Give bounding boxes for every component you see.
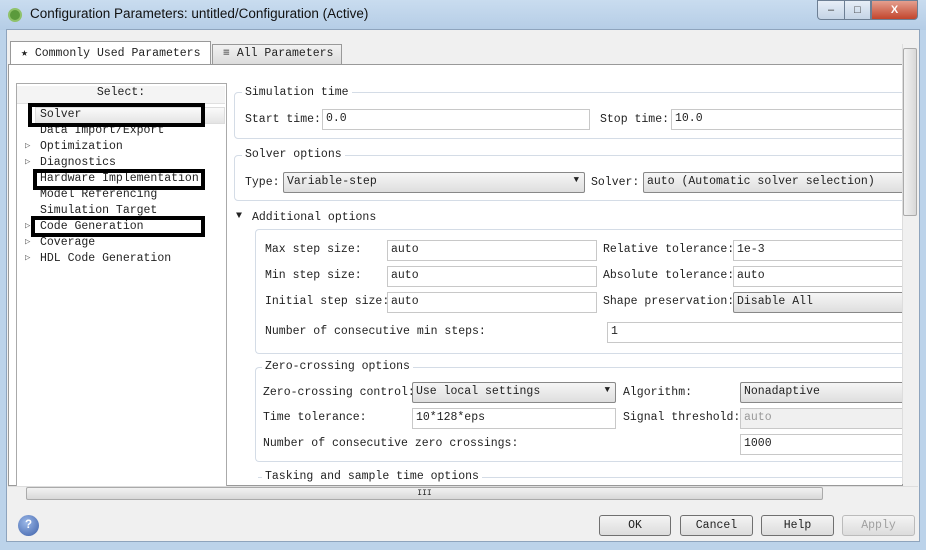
zc-consec-input[interactable]: 1000 [740, 434, 913, 455]
list-icon: ≡ [223, 47, 230, 60]
stop-time-label: Stop time: [600, 113, 670, 126]
collapse-triangle-icon[interactable]: ▼ [236, 211, 242, 222]
tab-commonly-used[interactable]: ★ Commonly Used Parameters [10, 41, 211, 65]
type-select[interactable]: Variable-step ▼ [283, 172, 585, 193]
maximize-button[interactable]: □ [844, 0, 871, 20]
stop-time-input[interactable]: 10.0 [671, 109, 911, 130]
help-button[interactable]: Help [761, 515, 834, 536]
highlight-box [33, 169, 205, 190]
type-value: Variable-step [287, 175, 377, 188]
rel-tol-input[interactable]: 1e-3 [733, 240, 913, 261]
vertical-scroll-thumb[interactable] [903, 48, 917, 216]
max-step-label: Max step size: [265, 243, 362, 256]
min-step-label: Min step size: [265, 269, 362, 282]
minimize-button[interactable]: – [817, 0, 845, 20]
tree-item-diagnostics[interactable]: Diagnostics [40, 156, 116, 169]
tree-header: Select: [17, 86, 225, 104]
rel-tol-label: Relative tolerance: [603, 243, 735, 256]
app-icon [8, 8, 22, 22]
init-step-input[interactable]: auto [387, 292, 597, 313]
group-title: Zero-crossing options [262, 360, 413, 373]
algorithm-select[interactable]: Nonadaptive [740, 382, 913, 403]
start-time-input[interactable]: 0.0 [322, 109, 590, 130]
group-title: Tasking and sample time options [262, 470, 482, 483]
min-steps-label: Number of consecutive min steps: [265, 325, 486, 338]
abs-tol-label: Absolute tolerance: [603, 269, 735, 282]
star-icon: ★ [21, 47, 28, 60]
group-title: Solver options [242, 148, 345, 161]
tab-all-parameters[interactable]: ≡ All Parameters [212, 44, 342, 64]
expand-icon[interactable]: ▷ [25, 237, 30, 247]
max-step-input[interactable]: auto [387, 240, 597, 261]
type-label: Type: [245, 176, 280, 189]
expand-icon[interactable]: ▷ [25, 253, 30, 263]
expand-icon[interactable]: ▷ [25, 141, 30, 151]
highlight-box [28, 103, 205, 127]
shape-label: Shape preservation: [603, 295, 735, 308]
cancel-button[interactable]: Cancel [680, 515, 753, 536]
tree-item-coverage[interactable]: Coverage [40, 236, 95, 249]
expand-icon[interactable]: ▷ [25, 157, 30, 167]
min-step-input[interactable]: auto [387, 266, 597, 287]
group-title: Simulation time [242, 86, 352, 99]
abs-tol-input[interactable]: auto [733, 266, 913, 287]
zc-consec-label: Number of consecutive zero crossings: [263, 437, 519, 450]
zc-control-label: Zero-crossing control: [263, 386, 415, 399]
close-button[interactable]: X [871, 0, 918, 20]
ok-button[interactable]: OK [599, 515, 671, 536]
time-tol-label: Time tolerance: [263, 411, 367, 424]
signal-threshold-input: auto [740, 408, 913, 429]
additional-options-toggle[interactable]: Additional options [252, 211, 376, 224]
init-step-label: Initial step size: [265, 295, 390, 308]
algorithm-label: Algorithm: [623, 386, 693, 399]
tree-item-hdl-code-generation[interactable]: HDL Code Generation [40, 252, 171, 265]
tree-item-optimization[interactable]: Optimization [40, 140, 123, 153]
zc-control-value: Use local settings [416, 385, 541, 398]
start-time-label: Start time: [245, 113, 321, 126]
zc-control-select[interactable]: Use local settings ▼ [412, 382, 616, 403]
signal-threshold-label: Signal threshold: [623, 411, 741, 424]
shape-select[interactable]: Disable All [733, 292, 913, 313]
solver-label: Solver: [591, 176, 640, 189]
dropdown-arrow-icon: ▼ [604, 385, 610, 395]
apply-button: Apply [842, 515, 915, 536]
window-title: Configuration Parameters: untitled/Confi… [30, 6, 369, 21]
time-tol-input[interactable]: 10*128*eps [412, 408, 616, 429]
horizontal-scroll-thumb[interactable]: III [26, 487, 823, 500]
expand-icon[interactable]: ▷ [25, 221, 30, 231]
highlight-box [31, 216, 205, 237]
min-steps-input[interactable]: 1 [607, 322, 913, 343]
solver-select[interactable]: auto (Automatic solver selection) [643, 172, 913, 193]
dropdown-arrow-icon: ▼ [573, 175, 579, 185]
help-icon[interactable]: ? [18, 515, 39, 536]
